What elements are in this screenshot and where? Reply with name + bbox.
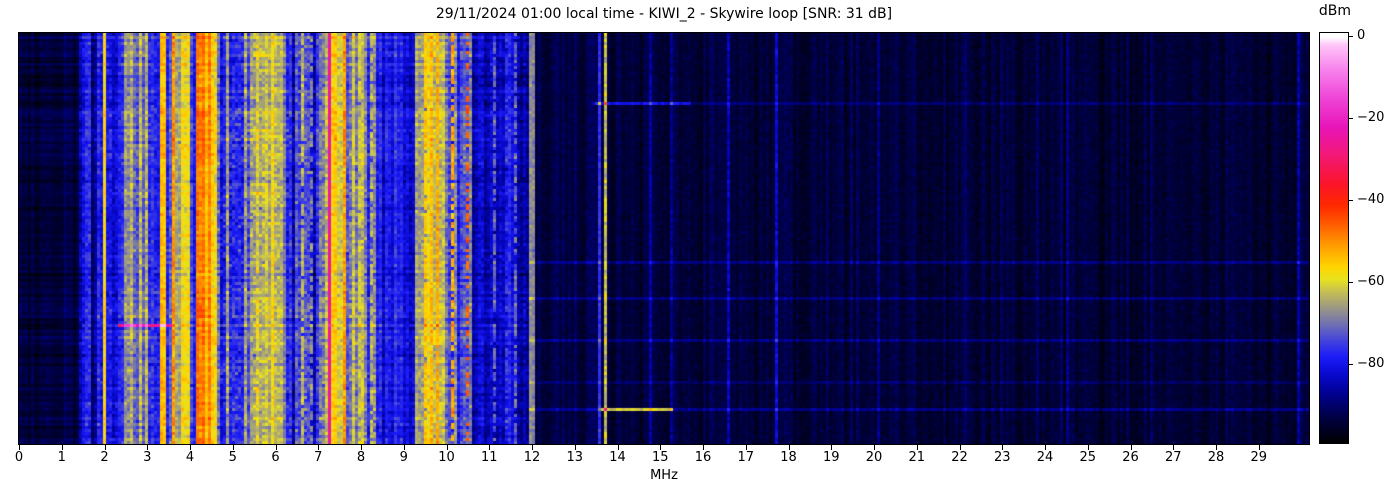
colorbar-tick-label: 0	[1357, 28, 1366, 44]
x-tick-label: 29	[1250, 450, 1268, 465]
colorbar-tick-mark	[1349, 200, 1353, 202]
x-tick-label: 17	[737, 450, 755, 465]
x-tick-label: 22	[951, 450, 968, 465]
x-tick-label: 16	[694, 450, 712, 465]
x-tick-label: 11	[480, 450, 498, 465]
x-tick-label: 3	[143, 450, 152, 465]
x-tick-label: 21	[908, 450, 926, 465]
x-tick-label: 27	[1164, 450, 1182, 465]
plot-frame	[18, 32, 1310, 445]
colorbar-tick-mark	[1349, 36, 1353, 38]
x-tick-label: 14	[609, 450, 626, 465]
x-axis-label: MHz	[650, 468, 678, 483]
x-tick-label: 28	[1207, 450, 1225, 465]
x-tick-label: 24	[1036, 450, 1054, 465]
x-tick-label: 6	[271, 450, 280, 465]
x-tick-label: 19	[822, 450, 840, 465]
colorbar-tick-mark	[1349, 118, 1353, 120]
x-tick-label: 0	[14, 450, 24, 465]
x-tick-label: 7	[314, 450, 323, 465]
x-tick-label: 12	[523, 450, 541, 465]
x-tick-label: 26	[1122, 450, 1139, 465]
colorbar-tick-label: −40	[1357, 192, 1385, 208]
colorbar-tick-label: −20	[1357, 110, 1385, 126]
x-tick-label: 15	[651, 450, 669, 465]
chart-title: 29/11/2024 01:00 local time - KIWI_2 - S…	[435, 6, 893, 22]
x-tick-label: 1	[57, 450, 66, 465]
colorbar-tick-mark	[1349, 364, 1353, 366]
x-tick-label: 5	[228, 450, 237, 465]
colorbar-label: dBm	[1318, 3, 1352, 19]
x-tick-label: 23	[993, 450, 1011, 465]
x-tick-label: 4	[185, 450, 195, 465]
x-tick-label: 18	[780, 450, 797, 465]
colorbar-tick-mark	[1349, 282, 1353, 284]
x-tick-label: 10	[438, 450, 455, 465]
x-tick-label: 8	[356, 450, 366, 465]
x-tick-label: 20	[865, 450, 883, 465]
colorbar	[1319, 32, 1349, 444]
x-tick-label: 2	[100, 450, 109, 465]
x-tick-label: 25	[1079, 450, 1097, 465]
colorbar-tick-label: −80	[1357, 356, 1385, 372]
spectrogram-figure: 29/11/2024 01:00 local time - KIWI_2 - S…	[0, 0, 1400, 500]
x-tick-label: 13	[566, 450, 584, 465]
colorbar-tick-label: −60	[1357, 274, 1385, 290]
x-tick-label: 9	[399, 450, 408, 465]
